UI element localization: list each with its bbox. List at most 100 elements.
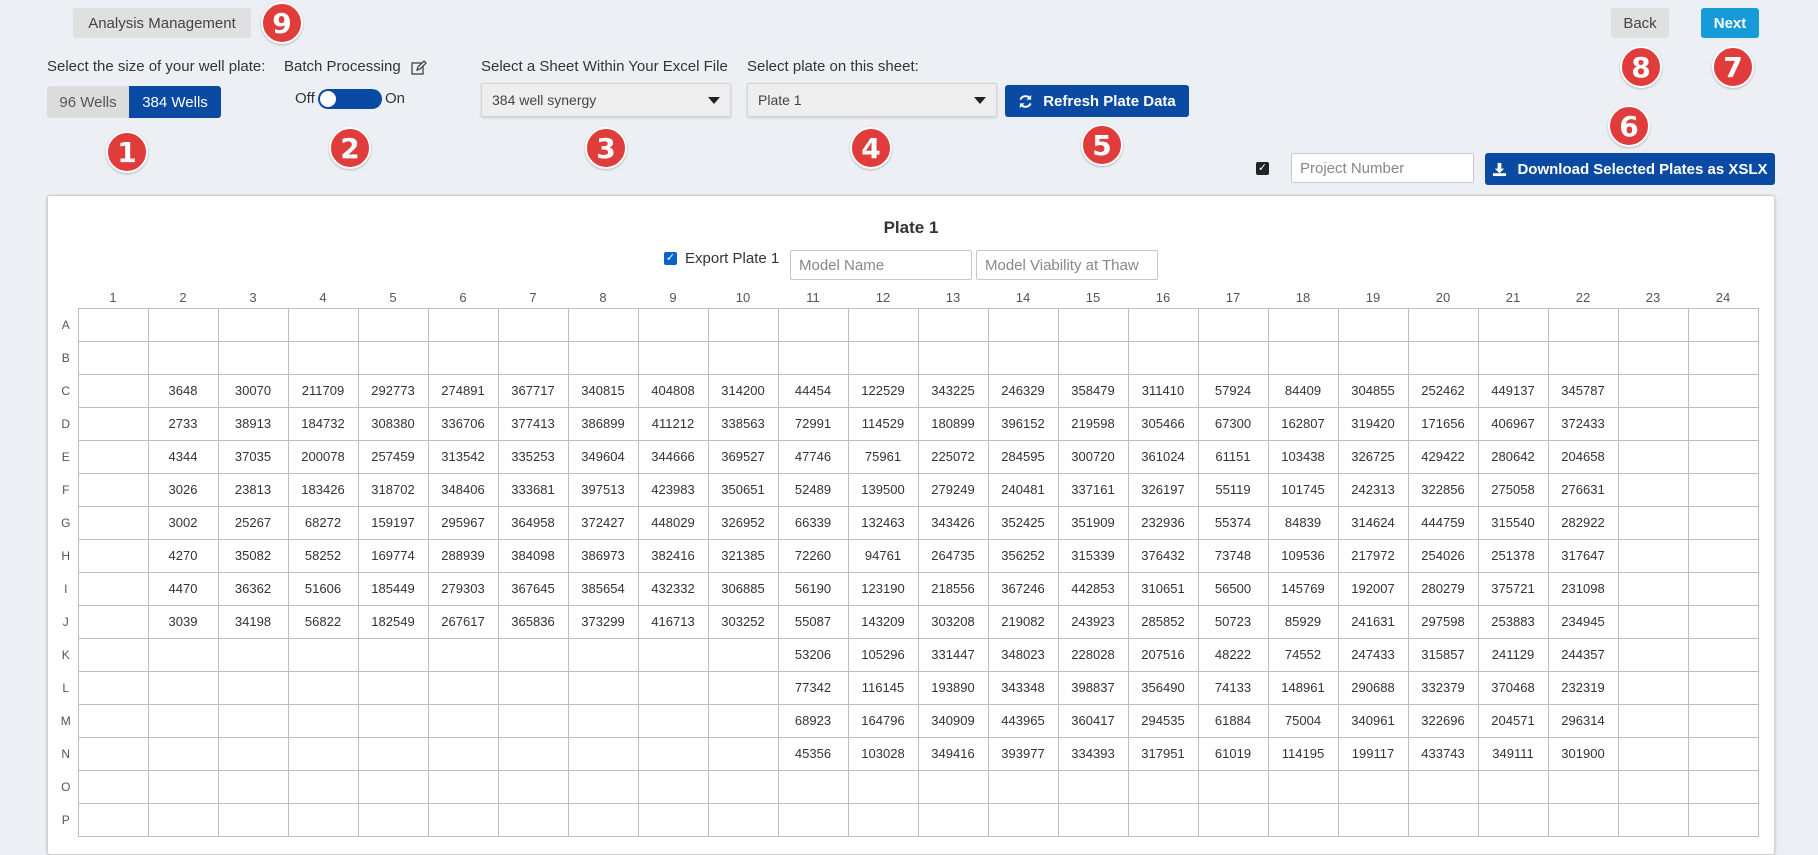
well-cell bbox=[77, 802, 149, 837]
project-number-input[interactable]: Project Number bbox=[1291, 153, 1474, 183]
well-cell: 171656 bbox=[1407, 406, 1479, 441]
well-cell: 183426 bbox=[287, 472, 359, 507]
plate-row: M 68923 164796 340909 443965 360417 294535 6188… bbox=[54, 703, 1759, 738]
row-header: L bbox=[62, 680, 70, 695]
well-cell: 211709 bbox=[287, 373, 359, 408]
model-name-input[interactable]: Model Name bbox=[790, 250, 972, 280]
well-cell: 340815 bbox=[567, 373, 639, 408]
model-viability-input[interactable]: Model Viability at Thaw bbox=[976, 250, 1158, 280]
well-cell: 370468 bbox=[1477, 670, 1549, 705]
well-cell bbox=[1617, 406, 1689, 441]
well-cell: 343225 bbox=[917, 373, 989, 408]
well-cell bbox=[147, 736, 219, 771]
well-cell bbox=[77, 439, 149, 474]
well-cell: 340909 bbox=[917, 703, 989, 738]
well-cell: 182549 bbox=[357, 604, 429, 639]
well-cell: 338563 bbox=[707, 406, 779, 441]
well-cell bbox=[357, 802, 429, 837]
well-cell: 303208 bbox=[917, 604, 989, 639]
well-size-toggle: 96 Wells 384 Wells bbox=[47, 86, 221, 118]
well-cell: 296314 bbox=[1547, 703, 1619, 738]
well-cell bbox=[1197, 769, 1269, 804]
well-cell bbox=[147, 769, 219, 804]
column-header: 22 bbox=[1575, 290, 1591, 306]
refresh-plate-data-button[interactable]: Refresh Plate Data bbox=[1005, 85, 1189, 117]
download-label: Download Selected Plates as XSLX bbox=[1517, 160, 1768, 178]
well-cell: 315540 bbox=[1477, 505, 1549, 540]
well-cell: 264735 bbox=[917, 538, 989, 573]
well-cell bbox=[77, 637, 149, 672]
well-cell: 274891 bbox=[427, 373, 499, 408]
well-cell: 94761 bbox=[847, 538, 919, 573]
well-cell bbox=[777, 802, 849, 837]
well-cell: 317951 bbox=[1127, 736, 1199, 771]
well-cell: 231098 bbox=[1547, 571, 1619, 606]
well-cell bbox=[77, 406, 149, 441]
well-cell: 304855 bbox=[1337, 373, 1409, 408]
batch-processing-switch[interactable] bbox=[318, 89, 382, 109]
well-cell: 313542 bbox=[427, 439, 499, 474]
well-cell: 308380 bbox=[357, 406, 429, 441]
well-cell: 367717 bbox=[497, 373, 569, 408]
column-header: 10 bbox=[735, 290, 751, 306]
well-cell: 23813 bbox=[217, 472, 289, 507]
plate-grid: 1 2 3 4 5 6 7 8 9 10 11 12 13 14 15 16 17 18 19 20 21 22 23 24 … bbox=[54, 288, 1759, 837]
download-xlsx-button[interactable]: Download Selected Plates as XSLX bbox=[1485, 153, 1775, 185]
well-cell bbox=[1547, 802, 1619, 837]
plate-row: G 3002 25267 68272 159197 295967 364958 372427 4… bbox=[54, 505, 1759, 540]
well-cell bbox=[1547, 340, 1619, 375]
sheet-select[interactable]: 384 well synergy bbox=[481, 83, 731, 117]
well-cell: 3648 bbox=[147, 373, 219, 408]
analysis-management-button[interactable]: Analysis Management bbox=[73, 8, 251, 38]
well-cell: 253883 bbox=[1477, 604, 1549, 639]
plate-row: K 53206 105296 331447 348023 228028 207516 4822… bbox=[54, 637, 1759, 672]
well-cell: 344666 bbox=[637, 439, 709, 474]
well-cell bbox=[77, 340, 149, 375]
well-cell bbox=[567, 670, 639, 705]
edit-icon[interactable] bbox=[411, 60, 427, 76]
well-cell bbox=[1267, 769, 1339, 804]
well-cell: 284595 bbox=[987, 439, 1059, 474]
well-cell: 416713 bbox=[637, 604, 709, 639]
plate-row: N 45356 103028 349416 393977 334393 317951 6101… bbox=[54, 736, 1759, 771]
well-cell: 361024 bbox=[1127, 439, 1199, 474]
well-cell bbox=[1127, 340, 1199, 375]
well-cell bbox=[1617, 505, 1689, 540]
well-cell bbox=[1477, 769, 1549, 804]
well-cell bbox=[1057, 340, 1129, 375]
well-cell: 55087 bbox=[777, 604, 849, 639]
well-cell: 449137 bbox=[1477, 373, 1549, 408]
well-cell bbox=[147, 802, 219, 837]
back-button[interactable]: Back bbox=[1611, 8, 1669, 38]
next-button[interactable]: Next bbox=[1701, 8, 1759, 38]
well-cell bbox=[357, 307, 429, 342]
well-cell bbox=[1057, 802, 1129, 837]
well-cell: 116145 bbox=[847, 670, 919, 705]
well-cell: 114195 bbox=[1267, 736, 1339, 771]
well-cell bbox=[357, 340, 429, 375]
well-cell bbox=[77, 604, 149, 639]
well-cell: 244357 bbox=[1547, 637, 1619, 672]
well-cell bbox=[427, 340, 499, 375]
well-cell bbox=[147, 670, 219, 705]
export-plate-label: Export Plate 1 bbox=[685, 250, 780, 267]
well-cell bbox=[1687, 736, 1759, 771]
well-cell bbox=[77, 703, 149, 738]
well-cell: 122529 bbox=[847, 373, 919, 408]
well-cell: 352425 bbox=[987, 505, 1059, 540]
plate-select[interactable]: Plate 1 bbox=[747, 83, 997, 117]
refresh-label: Refresh Plate Data bbox=[1043, 92, 1176, 110]
select-all-checkbox[interactable]: ✓ bbox=[1256, 162, 1269, 175]
well-size-96-button[interactable]: 96 Wells bbox=[47, 86, 129, 118]
well-cell bbox=[497, 340, 569, 375]
well-cell: 280642 bbox=[1477, 439, 1549, 474]
well-cell bbox=[1617, 439, 1689, 474]
column-header: 9 bbox=[669, 290, 677, 306]
well-cell bbox=[847, 340, 919, 375]
well-cell: 348023 bbox=[987, 637, 1059, 672]
well-size-384-button[interactable]: 384 Wells bbox=[129, 86, 221, 118]
well-cell: 310651 bbox=[1127, 571, 1199, 606]
well-cell: 240481 bbox=[987, 472, 1059, 507]
export-plate-checkbox[interactable]: ✓ bbox=[664, 252, 677, 265]
well-cell: 343426 bbox=[917, 505, 989, 540]
